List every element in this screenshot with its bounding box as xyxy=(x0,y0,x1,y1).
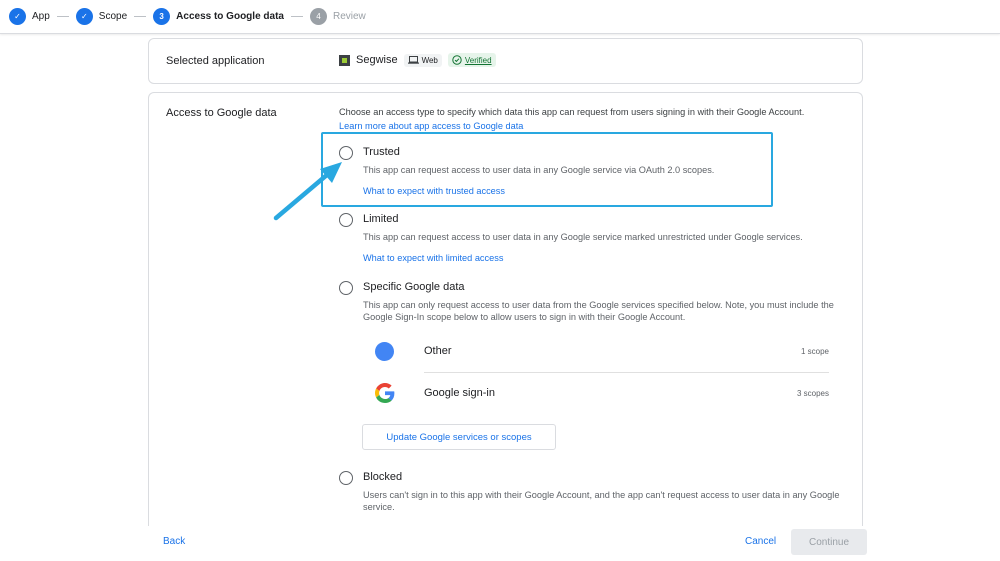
check-icon: ✓ xyxy=(75,8,93,25)
blue-dot-icon xyxy=(375,342,394,361)
service-name: Google sign-in xyxy=(424,387,495,399)
step-scope[interactable]: ✓ Scope xyxy=(75,8,128,25)
option-specific-description: This app can only request access to user… xyxy=(363,300,834,322)
option-blocked[interactable]: Blocked Users can't sign in to this app … xyxy=(339,471,849,521)
step-connector xyxy=(134,16,147,17)
selected-application-card: Selected application Segwise Web Verifie… xyxy=(148,38,863,84)
learn-more-link[interactable]: Learn more about app access to Google da… xyxy=(339,119,849,133)
step-connector xyxy=(290,16,303,17)
option-limited-title: Limited xyxy=(363,213,399,225)
service-name: Other xyxy=(424,345,452,357)
stepper: ✓ App ✓ Scope 3 Access to Google data 4 … xyxy=(0,0,1000,34)
limited-access-link[interactable]: What to expect with limited access xyxy=(363,253,503,263)
step-review-label: Review xyxy=(332,11,366,22)
verified-chip[interactable]: Verified xyxy=(447,53,496,67)
continue-button[interactable]: Continue xyxy=(791,529,867,555)
app-logo-icon xyxy=(339,54,350,66)
laptop-icon xyxy=(407,56,419,64)
radio-blocked[interactable] xyxy=(339,471,353,485)
footer: Back Cancel Continue xyxy=(0,526,1000,561)
step-number: 4 xyxy=(309,8,327,25)
access-intro: Choose an access type to specify which d… xyxy=(339,105,849,133)
option-limited[interactable]: Limited This app can request access to u… xyxy=(339,213,849,273)
google-g-icon xyxy=(375,383,395,403)
annotation-arrow-icon xyxy=(273,162,342,221)
trusted-highlight-box xyxy=(321,132,773,207)
service-row-google-sign-in: Google sign-in 3 scopes xyxy=(375,373,829,413)
cancel-button[interactable]: Cancel xyxy=(745,536,776,547)
service-row-other: Other 1 scope xyxy=(375,331,829,371)
step-app-label: App xyxy=(32,11,50,22)
service-count: 3 scopes xyxy=(796,389,829,398)
step-number: 3 xyxy=(153,8,171,25)
app-info: Segwise Web Verified xyxy=(339,53,496,67)
radio-specific[interactable] xyxy=(339,281,353,295)
step-access-label: Access to Google data xyxy=(176,11,284,22)
platform-chip-label: Web xyxy=(421,55,438,65)
option-specific-title: Specific Google data xyxy=(363,281,465,293)
step-review: 4 Review xyxy=(309,8,366,25)
selected-application-label: Selected application xyxy=(166,55,265,67)
option-specific[interactable]: Specific Google data This app can only r… xyxy=(339,281,849,331)
platform-chip: Web xyxy=(403,53,442,67)
access-intro-text: Choose an access type to specify which d… xyxy=(339,107,805,117)
step-scope-label: Scope xyxy=(98,11,128,22)
option-blocked-title: Blocked xyxy=(363,471,403,483)
service-count: 1 scope xyxy=(800,347,829,356)
check-icon: ✓ xyxy=(9,8,26,25)
app-name: Segwise xyxy=(356,54,398,66)
check-circle-icon xyxy=(452,55,462,65)
step-access[interactable]: 3 Access to Google data xyxy=(153,8,284,25)
step-connector xyxy=(56,16,69,17)
option-blocked-description: Users can't sign in to this app with the… xyxy=(363,490,840,512)
update-services-button[interactable]: Update Google services or scopes xyxy=(362,424,556,450)
back-button[interactable]: Back xyxy=(163,536,185,547)
verified-chip-label: Verified xyxy=(464,55,492,65)
option-limited-description: This app can request access to user data… xyxy=(363,232,803,242)
access-label: Access to Google data xyxy=(166,107,277,119)
step-app[interactable]: ✓ App xyxy=(9,8,50,25)
